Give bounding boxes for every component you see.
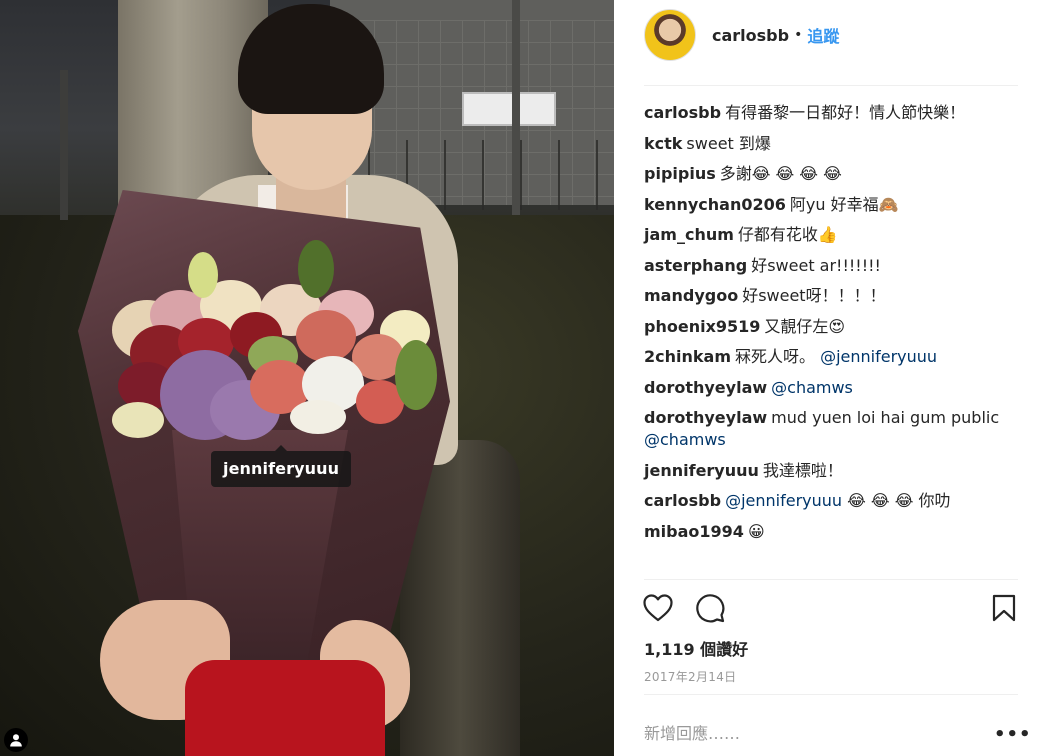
- add-comment-input[interactable]: 新增回應……: [644, 720, 740, 744]
- comment-item: kennychan0206 阿yu 好幸福🙈: [644, 194, 1024, 216]
- bookmark-icon: [992, 594, 1016, 622]
- post-author-username[interactable]: carlosbb: [712, 26, 789, 45]
- comment-item: mibao1994 😀: [644, 521, 1024, 543]
- comment-author[interactable]: phoenix9519: [644, 317, 760, 336]
- comment-item: jenniferyuuu 我達標啦！: [644, 460, 1024, 482]
- comment-item: phoenix9519 又靚仔左😍: [644, 316, 1024, 338]
- comment-text: 好sweet呀！！！！: [742, 286, 886, 305]
- photo-bouquet-ribbon: [185, 660, 385, 756]
- comment-author[interactable]: asterphang: [644, 256, 747, 275]
- comment-item: dorothyeylaw @chamws: [644, 377, 1024, 399]
- comment-item: dorothyeylaw mud yuen loi hai gum public …: [644, 407, 1024, 451]
- photo-vent: [462, 92, 556, 126]
- comment-author[interactable]: carlosbb: [644, 491, 721, 510]
- comments-divider: [644, 579, 1018, 580]
- comment-mention-link[interactable]: @jenniferyuuu: [820, 347, 937, 366]
- comment-text: 😂 😂 😂 你叻: [847, 491, 951, 510]
- comment-text: 我達標啦！: [762, 460, 843, 480]
- comment-author[interactable]: mandygoo: [644, 286, 738, 305]
- comment-item: jam_chum 仔都有花收👍: [644, 224, 1024, 246]
- comment-text: 多謝😂 😂 😂 😂: [719, 164, 842, 183]
- post-header: carlosbb • 追蹤: [644, 9, 839, 61]
- comment-item: 2chinkam 冧死人呀。 @jenniferyuuu: [644, 346, 1024, 368]
- like-button[interactable]: [642, 592, 674, 624]
- comment-mention-link[interactable]: @chamws: [771, 378, 853, 397]
- post-actions: [642, 592, 1018, 628]
- comment-text: 有得番黎一日都好！情人節快樂！: [725, 103, 966, 122]
- comment-item: asterphang 好sweet ar!!!!!!!: [644, 255, 1024, 277]
- comment-author[interactable]: carlosbb: [644, 103, 721, 122]
- comment-icon: [696, 594, 725, 623]
- comment-text: 😀: [747, 521, 765, 541]
- comment-text: sweet 到爆: [686, 133, 771, 153]
- comment-item: pipipius 多謝😂 😂 😂 😂: [644, 163, 1024, 185]
- post-photo[interactable]: jenniferyuuu: [0, 0, 614, 756]
- comment-text: 阿yu 好幸福🙈: [789, 194, 899, 214]
- photo-lamp-post: [512, 0, 520, 215]
- comment-mention-link[interactable]: @chamws: [644, 430, 726, 449]
- comment-author[interactable]: dorothyeylaw: [644, 408, 767, 427]
- comment-text: 好sweet ar!!!!!!!: [751, 255, 881, 275]
- comment-text: 冧死人呀。: [735, 347, 816, 366]
- comment-list: carlosbb 有得番黎一日都好！情人節快樂！ kctk sweet 到爆 pipip…: [644, 102, 1024, 551]
- comment-text: 仔都有花收👍: [737, 225, 838, 244]
- comment-author[interactable]: kennychan0206: [644, 195, 786, 214]
- avatar[interactable]: [644, 9, 696, 61]
- follow-button[interactable]: 追蹤: [807, 23, 839, 47]
- header-divider: [644, 85, 1018, 86]
- comment-text: mud yuen loi hai gum public: [771, 408, 1000, 427]
- post-date[interactable]: 2017年2月14日: [644, 668, 736, 685]
- post-side-panel: carlosbb • 追蹤 carlosbb 有得番黎一日都好！情人節快樂！ kct…: [614, 0, 1040, 756]
- save-button[interactable]: [988, 592, 1020, 624]
- comment-author[interactable]: jam_chum: [644, 225, 734, 244]
- separator-dot: •: [794, 27, 803, 43]
- comment-button[interactable]: [694, 592, 726, 624]
- person-icon: [10, 734, 22, 747]
- comment-author[interactable]: dorothyeylaw: [644, 378, 767, 397]
- photo-sign-post: [60, 70, 68, 220]
- comment-item: carlosbb 有得番黎一日都好！情人節快樂！: [644, 102, 1024, 124]
- comment-author[interactable]: mibao1994: [644, 522, 744, 541]
- comment-text: 又靚仔左😍: [764, 316, 846, 336]
- user-tag-jenniferyuuu[interactable]: jenniferyuuu: [211, 445, 352, 487]
- comment-author[interactable]: kctk: [644, 134, 682, 153]
- comment-author[interactable]: 2chinkam: [644, 347, 731, 366]
- comment-author[interactable]: jenniferyuuu: [644, 461, 759, 480]
- comment-mention-link[interactable]: @jenniferyuuu: [725, 491, 842, 510]
- like-count[interactable]: 1,119 個讚好: [644, 636, 748, 660]
- comment-item: carlosbb @jenniferyuuu 😂 😂 😂 你叻: [644, 490, 1024, 512]
- user-tag-icon[interactable]: [4, 728, 28, 752]
- comment-item: kctk sweet 到爆: [644, 133, 1024, 155]
- comment-item: mandygoo 好sweet呀！！！！: [644, 285, 1024, 307]
- more-options-button[interactable]: •••: [994, 724, 1032, 745]
- footer-divider: [644, 694, 1018, 695]
- comment-author[interactable]: pipipius: [644, 164, 716, 183]
- heart-icon: [643, 594, 673, 622]
